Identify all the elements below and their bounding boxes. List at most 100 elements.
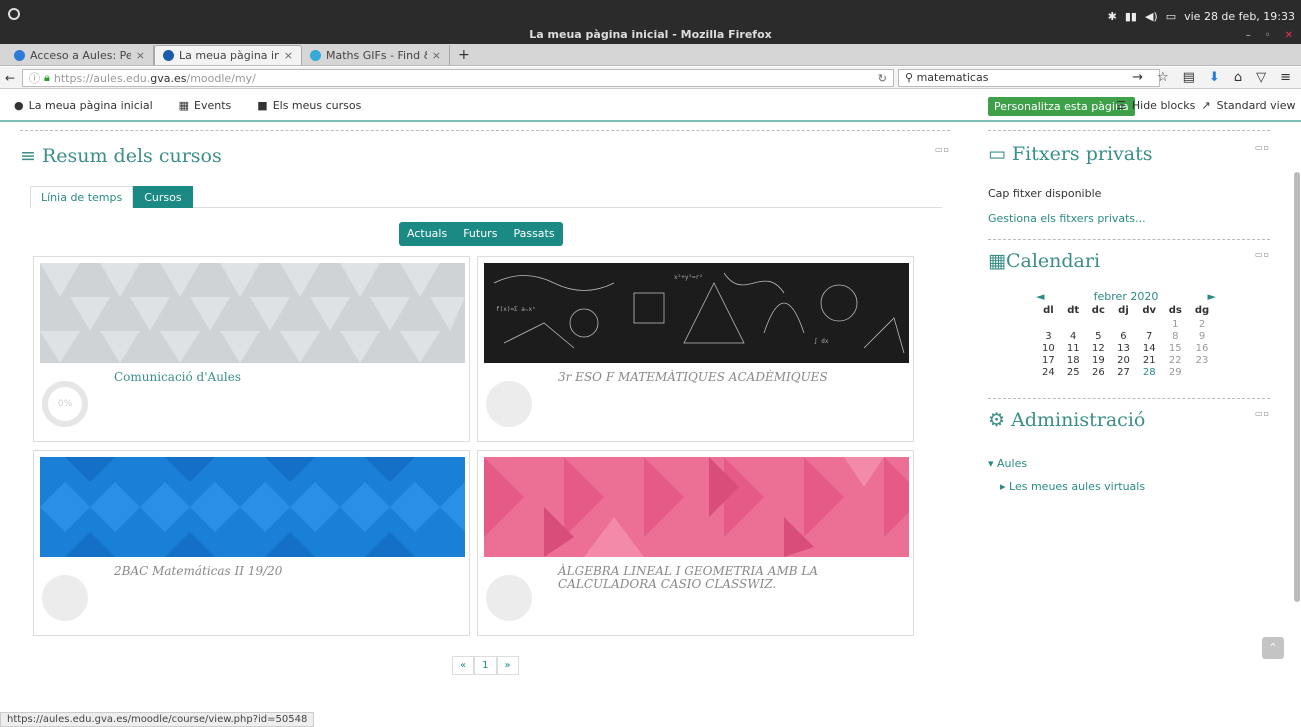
calendar-day[interactable]: 19 [1086,354,1111,366]
calendar-month[interactable]: febrer 2020 [1094,290,1159,303]
calendar-day[interactable]: 27 [1111,366,1136,378]
calendar-day[interactable]: 13 [1111,342,1136,354]
manage-files-link[interactable]: Gestiona els fitxers privats... [988,212,1270,225]
calendar-day[interactable]: 21 [1136,354,1163,366]
nav-events-link[interactable]: ▦ Events [179,99,232,112]
calendar-day[interactable]: 9 [1188,330,1216,342]
page-scrollbar[interactable] [1294,172,1300,602]
tab-timeline[interactable]: Línia de temps [30,186,134,208]
new-tab-icon[interactable]: + [450,45,478,65]
course-card[interactable]: 0% Comunicació d'Aules [33,256,470,442]
tab-maths-gifs[interactable]: Maths GIFs - Find & Sl × [302,45,450,65]
calendar-day[interactable]: 12 [1086,342,1111,354]
hide-blocks-icon[interactable]: ☰ [1116,99,1126,112]
os-menu-icon[interactable] [8,8,20,20]
calendar-day[interactable]: 16 [1188,342,1216,354]
maximize-icon[interactable]: ◦ [1265,30,1271,41]
svg-text:x²+y²=r²: x²+y²=r² [674,274,703,281]
calendar-day[interactable]: 1 [1163,318,1189,330]
bookmark-star-icon[interactable]: ☆ [1157,70,1169,85]
calendar-day[interactable]: 10 [1036,342,1061,354]
library-icon[interactable]: ▤ [1183,70,1195,85]
pocket-icon[interactable]: ▽ [1256,70,1266,85]
tab-courses[interactable]: Cursos [133,186,193,208]
admin-tree: ▾ Aules ▸ Les meues aules virtuals [988,457,1270,493]
calendar-day[interactable]: 14 [1136,342,1163,354]
home-icon[interactable]: ⌂ [1234,70,1242,85]
clock[interactable]: vie 28 de feb, 19:33 [1184,10,1295,23]
bluetooth-icon[interactable]: ✱ [1108,10,1117,23]
info-icon[interactable]: ⓘ [29,70,40,86]
menu-icon[interactable]: ≡ [1280,70,1291,85]
hide-blocks-link[interactable]: Hide blocks [1132,99,1196,112]
calendar-day[interactable]: 3 [1036,330,1061,342]
calendar-day[interactable]: 4 [1061,330,1086,342]
filter-future[interactable]: Futurs [455,222,505,246]
calendar-day[interactable]: 5 [1086,330,1111,342]
standard-view-link[interactable]: Standard view [1217,99,1296,112]
calendar-day[interactable]: 23 [1188,354,1216,366]
close-window-icon[interactable]: ✕ [1285,30,1293,41]
calendar-day[interactable]: 28 [1136,366,1163,378]
next-month-icon[interactable]: ► [1208,290,1216,303]
block-controls-icon[interactable]: ▭▫ [935,145,950,167]
block-controls-icon[interactable]: ▭▫ [1255,143,1270,165]
search-go-icon[interactable]: → [1132,70,1143,85]
course-card[interactable]: f(x)=Σ aₙxⁿ x²+y²=r² ∫ dx 3r ESO F MATEMÀT… [477,256,914,442]
close-tab-icon[interactable]: × [284,49,293,62]
calendar-day[interactable]: 29 [1163,366,1189,378]
page-prev[interactable]: « [452,656,475,675]
volume-icon[interactable]: ◀) [1145,10,1158,23]
caret-right-icon: ▸ [1000,480,1006,493]
course-name[interactable]: 3r ESO F MATEMÀTIQUES ACADÈMIQUES [558,371,828,384]
calendar-day [1086,318,1111,330]
course-image: f(x)=Σ aₙxⁿ x²+y²=r² ∫ dx [484,263,909,363]
page-number[interactable]: 1 [474,656,497,675]
calendar-day[interactable]: 25 [1061,366,1086,378]
calendar-day[interactable]: 17 [1036,354,1061,366]
calendar-day[interactable]: 8 [1163,330,1189,342]
course-name[interactable]: ÀLGEBRA LINEAL I GEOMETRIA AMB LA CALCUL… [558,565,858,591]
expand-icon[interactable]: ↗ [1201,99,1210,112]
back-to-top-button[interactable]: ⌃ [1262,637,1284,659]
calendar-day[interactable]: 26 [1086,366,1111,378]
reload-icon[interactable]: ↻ [878,72,887,85]
filter-current[interactable]: Actuals [399,222,455,246]
calendar-day[interactable]: 7 [1136,330,1163,342]
close-tab-icon[interactable]: × [136,49,145,62]
filter-past[interactable]: Passats [505,222,562,246]
nav-events-label: Events [194,98,232,112]
page-next[interactable]: » [496,656,519,675]
calendar-day[interactable]: 18 [1061,354,1086,366]
nav-home-link[interactable]: ● La meua pàgina inicial [14,99,153,112]
course-card[interactable]: 2BAC Matemáticas II 19/20 [33,450,470,636]
search-input[interactable]: ⚲ matematicas [898,69,1160,87]
close-tab-icon[interactable]: × [432,49,441,62]
course-card[interactable]: ÀLGEBRA LINEAL I GEOMETRIA AMB LA CALCUL… [477,450,914,636]
calendar-day[interactable]: 2 [1188,318,1216,330]
tab-acceso-aules[interactable]: Acceso a Aules: Perso × [6,45,154,65]
download-icon[interactable]: ⬇ [1209,70,1220,85]
tree-node-virtual-classrooms[interactable]: ▸ Les meues aules virtuals [1000,480,1270,493]
tab-meua-pagina[interactable]: La meua pàgina inicial × [154,45,302,65]
personalize-page-button[interactable]: Personalitza esta pàgina [988,97,1135,116]
back-arrow-icon[interactable]: ← [0,71,20,85]
calendar-day[interactable]: 20 [1111,354,1136,366]
calendar-day[interactable]: 22 [1163,354,1189,366]
course-name[interactable]: Comunicació d'Aules [114,371,241,384]
nav-courses-link[interactable]: ■ Els meus cursos [257,99,361,112]
tree-node-aules[interactable]: ▾ Aules [988,457,1270,470]
calendar-day[interactable]: 24 [1036,366,1061,378]
calendar-day[interactable]: 6 [1111,330,1136,342]
block-controls-icon[interactable]: ▭▫ [1255,250,1270,272]
block-controls-icon[interactable]: ▭▫ [1255,409,1270,431]
course-name[interactable]: 2BAC Matemáticas II 19/20 [114,565,282,578]
battery-icon[interactable]: ▭ [1166,10,1176,23]
signal-icon[interactable]: ▮▮ [1125,10,1137,23]
minimize-icon[interactable]: – [1246,30,1251,41]
calendar-day[interactable]: 15 [1163,342,1189,354]
url-bar[interactable]: ⓘ 🔒︎ https://aules.edu. gva.es/moodle/my/… [22,69,894,87]
tree-node-label: Aules [997,457,1028,470]
prev-month-icon[interactable]: ◄ [1036,290,1044,303]
calendar-day[interactable]: 11 [1061,342,1086,354]
